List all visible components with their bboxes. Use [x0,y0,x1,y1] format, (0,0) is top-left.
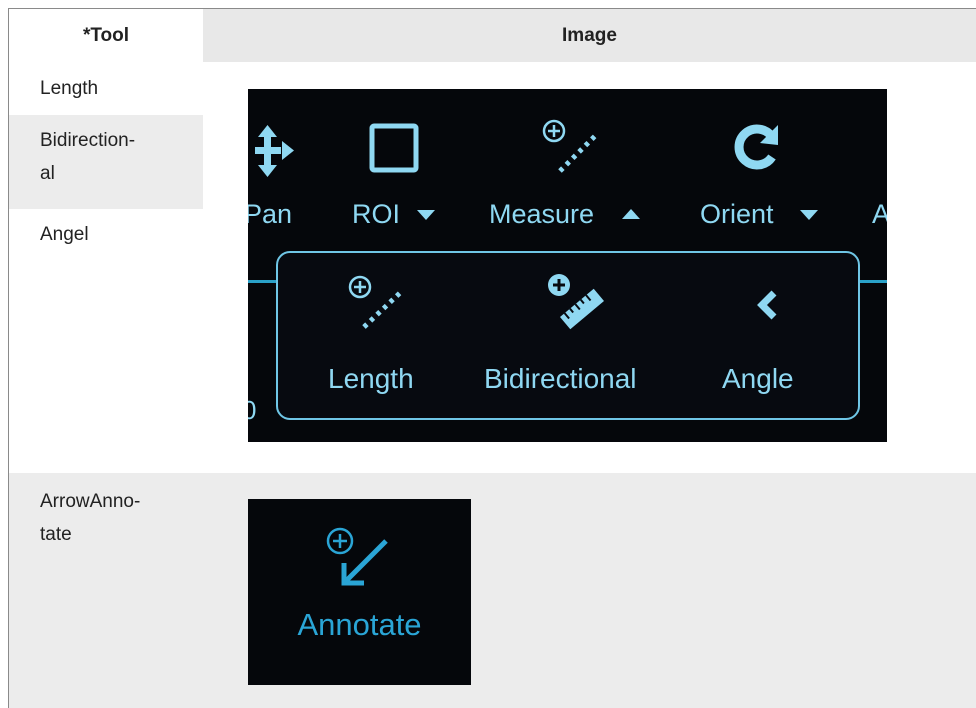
annotate-label[interactable]: Annotate [248,607,471,643]
toolbar-separator [248,280,278,283]
roi-caret-down-icon [417,210,435,220]
measure-submenu: Length Bidirectional Angle [276,251,860,420]
tool-name: Angel [40,224,89,245]
toolbar-roi-label: ROI [352,199,401,229]
annotate-arrow-icon [326,527,388,586]
measure-ruler-icon [542,119,598,173]
angle-chevron-icon [757,290,777,320]
tool-cell-length: Length [9,72,203,114]
tool-name: Bidirection-al [40,130,136,184]
measure-caret-up-icon [622,209,640,219]
rotate-icon [734,124,778,170]
tool-name: ArrowAnno-tate [40,491,141,545]
measure-toolbar-screenshot: Pan ROI Measure Orient A Length Bidirect… [248,89,887,442]
cutoff-digit-zero: 0 [248,395,257,425]
toolbar-orient-label: Orient [700,199,774,229]
bidirectional-ruler-icon [548,274,604,330]
toolbar-separator [857,280,887,283]
roi-square-icon [369,123,419,173]
submenu-bidirectional-label[interactable]: Bidirectional [484,363,637,395]
toolbar-cutoff-label: A [872,199,887,229]
tool-cell-angel: Angel [9,218,203,260]
pan-arrows-icon [255,125,294,177]
tool-cell-bidirectional: Bidirection-al [9,115,203,209]
column-header-tool: *Tool [9,9,203,62]
annotate-button-screenshot: Annotate [248,499,471,685]
orient-caret-down-icon [800,210,818,220]
toolbar-pan-label: Pan [248,199,293,229]
submenu-angle-label[interactable]: Angle [722,363,794,395]
submenu-length-label[interactable]: Length [328,363,414,395]
column-header-image: Image [203,9,976,62]
toolbar-measure-label: Measure [489,199,595,229]
length-tool-icon [348,275,404,329]
tool-name: Length [40,78,99,99]
tool-row-arrowannotate: ArrowAnno-tate [9,473,976,708]
